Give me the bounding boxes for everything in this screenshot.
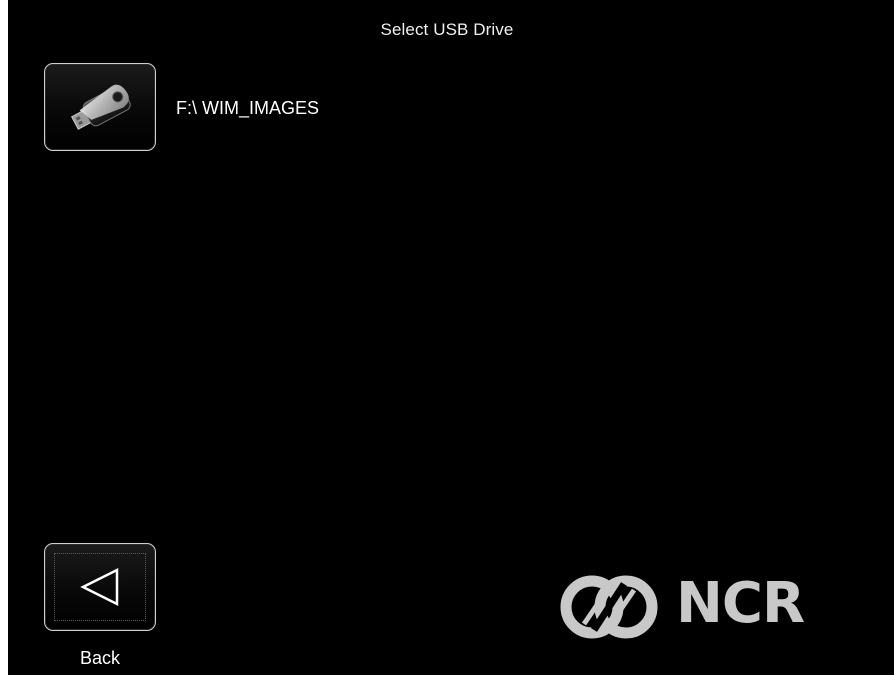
back-label: Back [79, 648, 121, 668]
usb-drive-button[interactable] [44, 63, 156, 151]
back-button[interactable] [44, 543, 156, 631]
usb-drive-label[interactable]: F:\ WIM_IMAGES [176, 98, 319, 119]
page-title: Select USB Drive [380, 20, 514, 39]
usb-drive-icon [71, 84, 131, 130]
ncr-logo: NCR [556, 568, 816, 648]
ncr-logo-text: NCR [676, 571, 805, 636]
screen: Select USB Drive F:\ WIM_IMAGES Back NCR [8, 0, 894, 675]
ncr-logo-icon [560, 575, 658, 639]
back-arrow-icon [80, 567, 119, 607]
